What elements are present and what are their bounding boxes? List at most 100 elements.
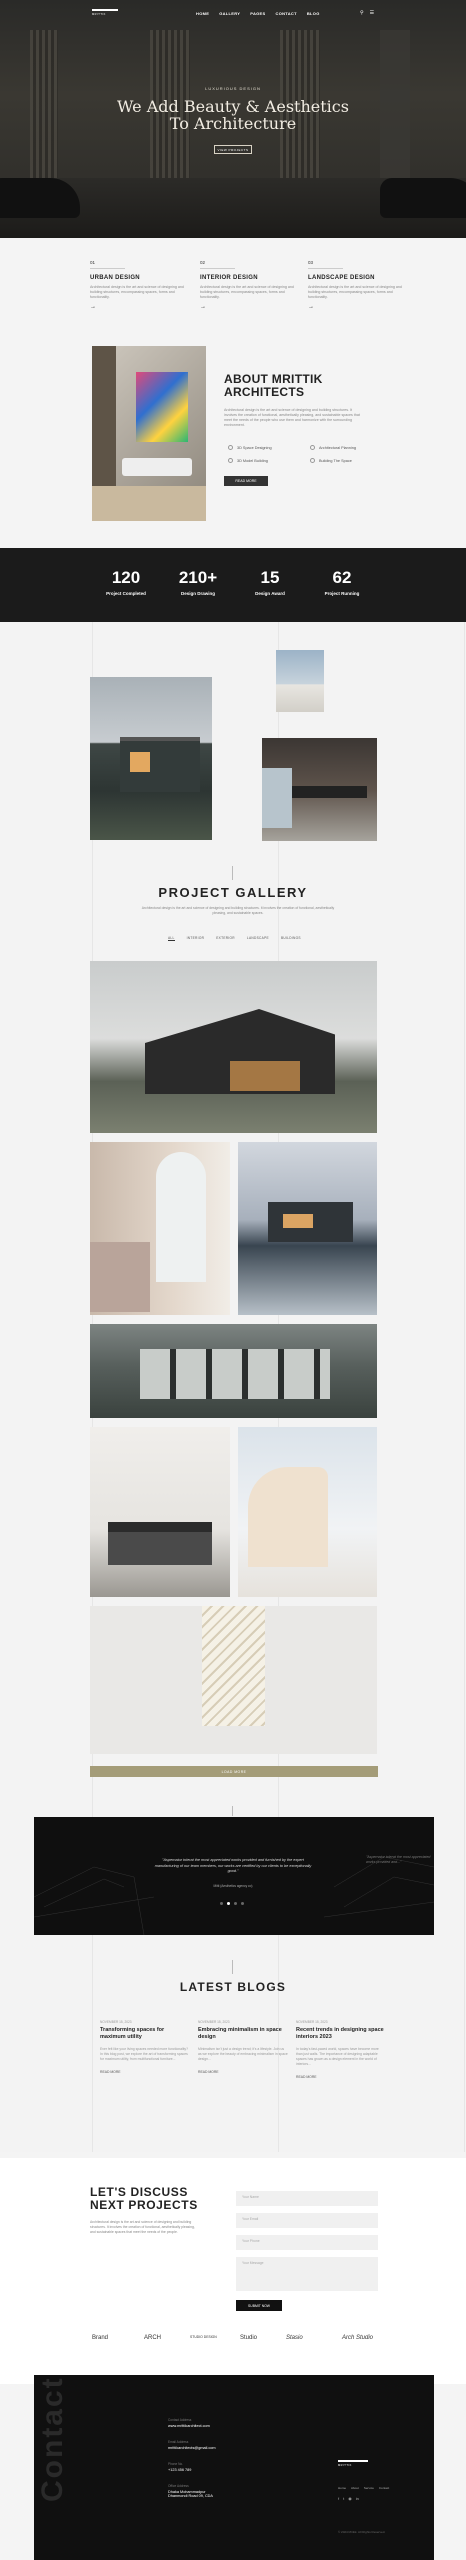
- nav-item-blog[interactable]: BLOG: [307, 11, 320, 16]
- footer-office: Office Address Dhaka Mohammadpur Dhanmon…: [168, 2484, 213, 2498]
- footer-nav-service[interactable]: Service: [364, 2486, 374, 2490]
- twitter-icon[interactable]: t: [343, 2496, 344, 2501]
- gallery-image-winter-house[interactable]: [238, 1142, 377, 1315]
- footer-label: Email Address: [168, 2440, 189, 2444]
- hero-title-line: We Add Beauty & Aesthetics: [117, 97, 349, 116]
- gallery-image-dark-house[interactable]: [90, 961, 377, 1133]
- footer-value: Dhanmondi Road 09, CDA: [168, 2494, 213, 2498]
- slider-dot[interactable]: [241, 1902, 244, 1905]
- check-icon: [228, 445, 233, 450]
- message-field[interactable]: Your Message: [236, 2257, 378, 2291]
- arrow-right-icon[interactable]: →: [308, 304, 408, 310]
- filter-all[interactable]: ALL: [168, 936, 175, 941]
- filter-buildings[interactable]: BUILDINGS: [281, 936, 301, 941]
- read-more-button[interactable]: READ MORE: [224, 476, 268, 486]
- hero-title-line: To Architecture: [169, 114, 297, 133]
- facebook-icon[interactable]: f: [338, 2496, 339, 2501]
- gallery-title: PROJECT GALLERY: [158, 885, 308, 900]
- linkedin-icon[interactable]: in: [356, 2496, 359, 2501]
- about-title: ABOUT MRITTIK ARCHITECTS: [224, 373, 364, 399]
- feature-item: 3D Space Designing: [228, 445, 272, 450]
- nav-icons: ⚲ ☰: [360, 10, 374, 16]
- service-title: LANDSCAPE DESIGN: [308, 275, 375, 281]
- name-field[interactable]: Your Name: [236, 2191, 378, 2206]
- social-links: f t ◉ in: [338, 2496, 359, 2501]
- footer-email: Email Address mrittikarchitects@gmail.co…: [168, 2440, 216, 2450]
- main-nav: HOME GALLERY PAGES CONTACT BLOG: [196, 11, 320, 16]
- gallery-image-row-houses[interactable]: [90, 1324, 377, 1418]
- discuss-title-line: NEXT PROJECTS: [90, 2198, 198, 2212]
- footer-nav-about[interactable]: About: [351, 2486, 359, 2490]
- discuss-desc: Architectural design is the art and scie…: [90, 2220, 195, 2234]
- copyright: © 2024 Mrittik. All Rights Reserved.: [338, 2530, 386, 2534]
- gallery-image-curved-wall[interactable]: [238, 1427, 377, 1597]
- nav-item-gallery[interactable]: GALLERY: [219, 11, 240, 16]
- blog-date: NOVEMBER 15, 2023: [198, 2020, 230, 2024]
- feature-label: 3D Space Designing: [237, 445, 272, 450]
- brand-logo: Studio: [240, 2335, 258, 2341]
- site-logo[interactable]: MRITTIK: [92, 9, 118, 19]
- submit-button[interactable]: SUBMIT NOW: [236, 2300, 282, 2311]
- footer-value[interactable]: www.mrittikarchitect.com: [168, 2424, 210, 2428]
- filter-interior[interactable]: INTERIOR: [187, 936, 205, 941]
- gallery-teaser-image[interactable]: [276, 650, 324, 712]
- nav-item-pages[interactable]: PAGES: [250, 11, 265, 16]
- brand-logo: Brand: [92, 2335, 109, 2341]
- nav-item-contact[interactable]: CONTACT: [276, 11, 297, 16]
- gallery-teaser-image[interactable]: [90, 677, 212, 840]
- brand-logo: Stasio: [286, 2335, 303, 2341]
- gallery-teaser-image[interactable]: [262, 738, 377, 841]
- load-more-button[interactable]: LOAD MORE: [90, 1766, 378, 1777]
- footer-logo-text: MRITTIK: [338, 2464, 352, 2467]
- blog-read-more[interactable]: READ MORE: [296, 2075, 386, 2079]
- phone-field[interactable]: Your Phone: [236, 2235, 378, 2250]
- feature-label: Building The Space: [319, 458, 352, 463]
- instagram-icon[interactable]: ◉: [348, 2496, 352, 2501]
- blog-read-more[interactable]: READ MORE: [100, 2070, 190, 2074]
- footer-logo[interactable]: MRITTIK: [338, 2460, 368, 2467]
- about-title-line: ARCHITECTS: [224, 385, 305, 399]
- contact-watermark: Contact: [36, 2376, 69, 2502]
- feature-item: Building The Space: [310, 458, 352, 463]
- blog-title[interactable]: Recent trends in designing space interio…: [296, 2027, 386, 2041]
- service-number: 03: [308, 260, 314, 265]
- menu-icon[interactable]: ☰: [370, 10, 374, 16]
- blog-title[interactable]: Transforming spaces for maximum utility: [100, 2027, 190, 2041]
- discuss-section: [0, 2158, 466, 2384]
- service-card: 02 INTERIOR DESIGN Architectural design …: [200, 260, 300, 310]
- blog-read-more[interactable]: READ MORE: [198, 2070, 288, 2074]
- blog-card[interactable]: NOVEMBER 15, 2023 Embracing minimalism i…: [198, 2020, 288, 2074]
- footer-value[interactable]: +123 456 789: [168, 2468, 191, 2472]
- feature-item: 3D Model Building: [228, 458, 268, 463]
- filter-landscape[interactable]: LANDSCAPE: [247, 936, 269, 941]
- footer-nav-home[interactable]: Home: [338, 2486, 346, 2490]
- gallery-image-bedroom[interactable]: [90, 1427, 230, 1597]
- arrow-right-icon[interactable]: →: [200, 304, 300, 310]
- divider: [232, 866, 233, 880]
- blogs-title: LATEST BLOGS: [179, 1980, 287, 1994]
- footer-value[interactable]: mrittikarchitects@gmail.com: [168, 2446, 216, 2450]
- blog-card[interactable]: NOVEMBER 15, 2023 Recent trends in desig…: [296, 2020, 386, 2079]
- footer-nav-contact[interactable]: Contact: [379, 2486, 389, 2490]
- gallery-image-staircase[interactable]: [90, 1606, 377, 1754]
- testimonial-next-preview: "Aspernatur tolerat the most appreciated…: [366, 1855, 431, 1864]
- slider-dot[interactable]: [220, 1902, 223, 1905]
- arrow-right-icon[interactable]: →: [90, 304, 190, 310]
- filter-exterior[interactable]: EXTERIOR: [216, 936, 235, 941]
- blog-card[interactable]: NOVEMBER 15, 2023 Transforming spaces fo…: [100, 2020, 190, 2074]
- gallery-image-interior-arch[interactable]: [90, 1142, 230, 1315]
- search-icon[interactable]: ⚲: [360, 10, 364, 16]
- blog-date: NOVEMBER 15, 2023: [296, 2020, 328, 2024]
- slider-dot-active[interactable]: [227, 1902, 230, 1905]
- email-field[interactable]: Your Email: [236, 2213, 378, 2228]
- blog-title[interactable]: Embracing minimalism in space design: [198, 2027, 288, 2041]
- hero-car-right: [380, 178, 466, 218]
- check-icon: [228, 458, 233, 463]
- blog-date: NOVEMBER 15, 2023: [100, 2020, 132, 2024]
- blog-excerpt: Ever felt like your living spaces needed…: [100, 2047, 189, 2061]
- about-image: [92, 346, 206, 521]
- view-projects-button[interactable]: VIEW PROJECTS: [214, 145, 252, 154]
- nav-item-home[interactable]: HOME: [196, 11, 209, 16]
- testimonial-quote: "Aspernatur tolerat the most appreciated…: [154, 1858, 312, 1873]
- slider-dot[interactable]: [234, 1902, 237, 1905]
